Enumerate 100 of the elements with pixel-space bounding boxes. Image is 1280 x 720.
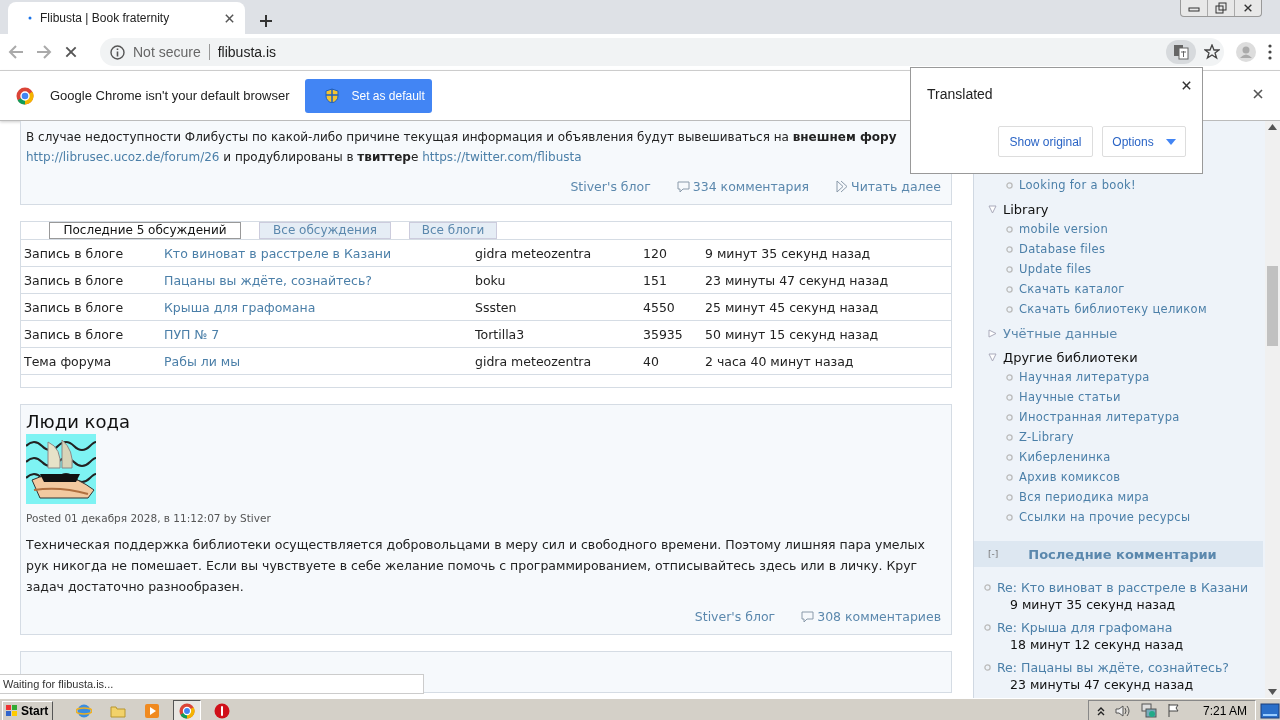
stop-sign-icon[interactable] — [214, 702, 230, 719]
sidebar-link[interactable]: Re: Пацаны вы ждёте, сознайтесь? — [997, 659, 1229, 675]
clock: 7:21 AM — [1202, 703, 1247, 718]
bullet-icon — [1006, 433, 1013, 441]
paragraph: В случае недоступности Флибусты по какой-либо причине текущая информация и объявления будут вывешиваться на внешнем фору — [26, 129, 898, 146]
bullet-icon — [1006, 225, 1013, 233]
topic-link[interactable]: Пацаны вы ждёте, сознайтесь? — [164, 272, 372, 288]
sidebar-link[interactable]: Иностранная литература — [1019, 410, 1180, 424]
link[interactable]: https://twitter.com/flibusta — [422, 150, 582, 164]
topic-link[interactable]: Крыша для графомана — [164, 299, 316, 315]
type-cell-text: Тема форума — [24, 353, 113, 369]
count-cell-text: 35935 — [643, 326, 684, 342]
discussion-tab[interactable]: Все блоги — [409, 222, 497, 239]
scrollbar[interactable] — [1265, 121, 1280, 698]
topic-link[interactable]: ПУП № 7 — [164, 326, 220, 342]
set-default-button[interactable]: Set as default — [305, 78, 433, 113]
topic-link[interactable]: Рабы ли мы — [164, 353, 241, 369]
discussion-tab[interactable]: Последние 5 обсуждений — [49, 222, 241, 239]
bullet-icon — [1006, 393, 1013, 401]
sidebar-link[interactable]: Киберленинка — [1019, 450, 1111, 464]
sidebar-link[interactable]: Скачать библиотеку целиком — [1019, 302, 1207, 316]
topic-link[interactable]: Кто виноват в расстреле в Казани — [164, 245, 392, 261]
discussion-tab[interactable]: Все обсуждения — [259, 222, 391, 239]
restore-icon[interactable] — [1215, 2, 1227, 14]
new-tab-icon[interactable] — [259, 14, 273, 28]
translate-icon[interactable] — [1173, 44, 1189, 60]
count-cell-text: 40 — [643, 353, 660, 369]
more-link[interactable]: Читать далее — [851, 179, 941, 194]
sidebar-link[interactable]: mobile version — [1019, 222, 1108, 236]
close-tab-icon[interactable] — [224, 12, 235, 24]
count-cell-text: 4550 — [643, 299, 676, 315]
sidebar-link[interactable]: Научные статьи — [1019, 390, 1121, 404]
show-desktop-icon[interactable] — [1260, 702, 1280, 719]
blog-link[interactable]: Stiver's блог — [570, 179, 651, 194]
time-cell-text: 50 минут 15 секунд назад — [705, 326, 880, 342]
link[interactable]: http://librusec.ucoz.de/forum/26 — [26, 150, 220, 164]
close-window-icon[interactable] — [1243, 3, 1253, 13]
sidebar-group[interactable]: Library — [1003, 201, 1049, 217]
time-cell-text: 2 часа 40 минут назад — [705, 353, 855, 369]
sidebar-link[interactable]: Z-Library — [1019, 430, 1074, 444]
count-cell-text: 151 — [643, 272, 668, 288]
bullet-icon — [1006, 181, 1013, 189]
status-bubble: Waiting for flibusta.is... — [0, 674, 424, 694]
browser-tab[interactable]: Flibusta | Book fraternity — [8, 2, 245, 34]
stop-icon[interactable] — [64, 45, 78, 59]
time-cell-text: 9 минут 35 секунд назад — [705, 245, 872, 261]
sidebar-link[interactable]: Архив комиксов — [1019, 470, 1121, 484]
author-cell-text: gidra meteozentra — [475, 245, 593, 261]
speech-bubble-icon — [676, 180, 690, 193]
time-cell-text: 23 минуты 47 секунд назад — [705, 272, 890, 288]
flag-icon[interactable] — [1166, 703, 1181, 718]
double-arrow-icon — [835, 180, 849, 193]
show-original-button[interactable]: Show original — [998, 126, 1093, 157]
sidebar-link[interactable]: Re: Крыша для графомана — [997, 619, 1173, 635]
sidebar-link[interactable]: Looking for a book! — [1019, 178, 1136, 192]
windows-flag-icon — [5, 704, 19, 717]
loading-dot-icon — [28, 16, 32, 20]
comment-time: 23 минуты 47 секунд назад — [1009, 677, 1195, 694]
comments-link[interactable]: 334 комментария — [692, 179, 810, 194]
sidebar-link[interactable]: Update files — [1019, 262, 1092, 276]
address-bar[interactable]: Not secure flibusta.is — [100, 38, 1224, 66]
caret-icon — [1165, 138, 1176, 145]
sidebar-link[interactable]: Ссылки на прочие ресурсы — [1019, 510, 1191, 524]
bullet-icon — [1006, 305, 1013, 313]
scroll-down-icon[interactable] — [1268, 689, 1277, 695]
bullet-icon — [984, 663, 991, 671]
close-infobar-icon[interactable] — [1252, 88, 1264, 100]
menu-icon[interactable] — [1268, 44, 1272, 60]
type-cell-text: Запись в блоге — [24, 299, 125, 315]
scroll-up-icon[interactable] — [1268, 124, 1277, 130]
info-icon[interactable] — [110, 44, 125, 60]
popup-title: Translated — [927, 86, 994, 102]
sidebar-link[interactable]: Научная литература — [1019, 370, 1150, 384]
collapse-toggle[interactable]: [-] — [988, 549, 999, 559]
bullet-icon — [1006, 373, 1013, 381]
start-button[interactable]: Start — [2, 700, 53, 720]
options-button[interactable]: Options — [1102, 126, 1186, 157]
count-cell-text: 120 — [643, 245, 668, 261]
comments-link[interactable]: 308 комментариев — [817, 609, 941, 624]
speaker-icon[interactable] — [1114, 703, 1131, 718]
type-cell-text: Запись в блоге — [24, 272, 125, 288]
speech-bubble-icon — [801, 610, 815, 623]
minimize-icon[interactable] — [1188, 4, 1200, 12]
network-icon[interactable] — [1140, 702, 1157, 719]
section-title: Последние комментарии — [1028, 546, 1217, 562]
chevron-up-icon[interactable] — [1096, 705, 1105, 716]
sidebar-link[interactable]: Re: Кто виноват в расстреле в Казани — [997, 579, 1249, 595]
blog-link[interactable]: Stiver's блог — [694, 609, 776, 624]
star-icon[interactable] — [1204, 44, 1220, 60]
sidebar-link[interactable]: Database files — [1019, 242, 1106, 256]
sidebar-group[interactable]: Учётные данные — [1003, 325, 1118, 341]
close-popup-icon[interactable] — [1181, 80, 1192, 91]
sidebar-link[interactable]: Скачать каталог — [1019, 282, 1125, 296]
time-cell-text: 25 минут 45 секунд назад — [705, 299, 880, 315]
bullet-icon — [1006, 413, 1013, 421]
chrome-icon[interactable] — [179, 702, 195, 719]
chrome-logo-icon — [16, 86, 34, 105]
sidebar-link[interactable]: Вся периодика мира — [1019, 490, 1150, 504]
sidebar-group[interactable]: Другие библиотеки — [1003, 349, 1138, 365]
scroll-thumb[interactable] — [1267, 266, 1278, 346]
